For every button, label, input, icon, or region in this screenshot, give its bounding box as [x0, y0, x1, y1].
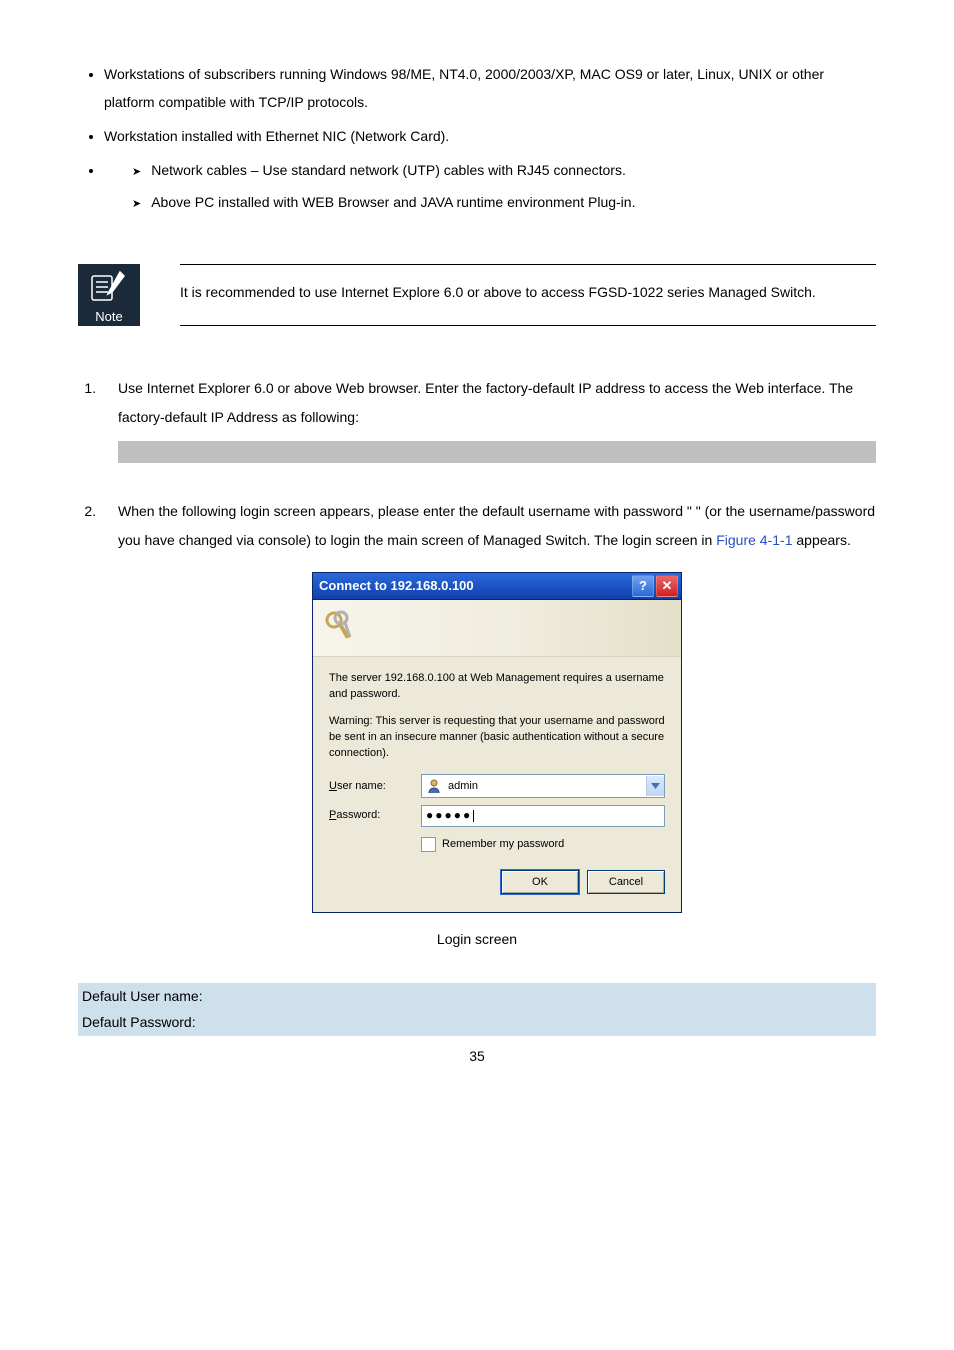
steps-list: Use Internet Explorer 6.0 or above Web b… [78, 374, 876, 913]
keys-icon [323, 609, 361, 647]
password-label: Password: [329, 804, 421, 827]
dialog-body: The server 192.168.0.100 at Web Manageme… [313, 657, 681, 913]
ok-button[interactable]: OK [501, 870, 579, 894]
ip-address-bar [118, 441, 876, 463]
default-credentials: Default User name: Default Password: [78, 983, 876, 1035]
list-item: Workstations of subscribers running Wind… [104, 60, 876, 116]
dropdown-button[interactable] [646, 776, 664, 796]
note-icon: Note [78, 264, 140, 326]
username-label: User name: [329, 775, 421, 798]
page-number: 35 [78, 1048, 876, 1064]
dialog-message: The server 192.168.0.100 at Web Manageme… [329, 671, 665, 703]
default-username-row: Default User name: [82, 984, 872, 1009]
list-item: Above PC installed with WEB Browser and … [132, 188, 876, 216]
close-button[interactable]: ✕ [656, 575, 678, 597]
username-value: admin [448, 775, 646, 798]
help-button[interactable]: ? [632, 575, 654, 597]
dialog-titlebar: Connect to 192.168.0.100 ? ✕ [313, 573, 681, 600]
figure-reference: Figure 4-1-1 [716, 532, 792, 548]
step-text: When the following login screen appears,… [118, 503, 594, 519]
requirements-list: Workstations of subscribers running Wind… [78, 60, 876, 216]
password-input[interactable]: ●●●●● [421, 805, 665, 827]
step-text: with password " [594, 503, 695, 519]
list-item: Workstation installed with Ethernet NIC … [104, 122, 876, 150]
cancel-button[interactable]: Cancel [587, 870, 665, 894]
dialog-title: Connect to 192.168.0.100 [319, 572, 630, 599]
user-icon [426, 778, 442, 794]
dialog-warning: Warning: This server is requesting that … [329, 714, 665, 762]
remember-checkbox[interactable] [421, 837, 436, 852]
figure-caption: Login screen [78, 931, 876, 947]
chevron-down-icon [651, 783, 660, 789]
note-label: Note [95, 309, 122, 324]
step-text: Use Internet Explorer 6.0 or above Web b… [118, 380, 853, 425]
username-input[interactable]: admin [421, 774, 665, 798]
sub-requirements-list: Network cables – Use standard network (U… [132, 156, 876, 216]
list-item-empty: Network cables – Use standard network (U… [104, 156, 876, 216]
step-text: appears. [792, 532, 850, 548]
list-item: Network cables – Use standard network (U… [132, 156, 876, 184]
remember-label: Remember my password [442, 833, 564, 856]
default-password-row: Default Password: [82, 1010, 872, 1035]
step-1: Use Internet Explorer 6.0 or above Web b… [100, 374, 876, 463]
login-dialog: Connect to 192.168.0.100 ? ✕ [312, 572, 682, 914]
dialog-banner [313, 600, 681, 657]
step-2: When the following login screen appears,… [100, 497, 876, 914]
note-callout: Note It is recommended to use Internet E… [78, 264, 876, 326]
note-text: It is recommended to use Internet Explor… [180, 264, 876, 326]
